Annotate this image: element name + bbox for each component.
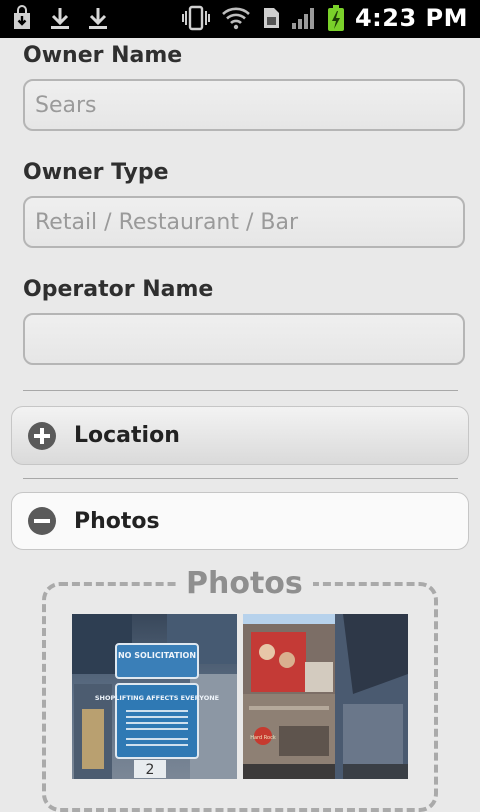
minus-circle-icon (28, 507, 56, 535)
battery-charging-icon (327, 5, 344, 31)
photos-panel-title: Photos (176, 566, 313, 601)
wifi-icon (222, 7, 250, 30)
location-section-header[interactable]: Location (11, 406, 469, 465)
sim-icon (263, 8, 279, 28)
operator-name-field[interactable] (23, 313, 465, 365)
divider (23, 478, 458, 479)
operator-name-label: Operator Name (23, 277, 214, 302)
photo-sign-text: SHOPLIFTING AFFECTS EVERYONE (95, 694, 219, 702)
photo-store-window-sign[interactable]: NO SOLICITATION SHOPLIFTING AFFECTS EVER… (72, 614, 237, 779)
photos-section-header[interactable]: Photos (11, 492, 469, 550)
clock: 4:23 PM (354, 4, 468, 32)
owner-name-field[interactable] (23, 79, 465, 131)
signal-icon (291, 8, 314, 29)
plus-circle-icon (28, 421, 56, 450)
svg-text:2: 2 (146, 762, 155, 778)
owner-name-label: Owner Name (23, 43, 183, 68)
status-bar: 4:23 PM (0, 0, 480, 38)
download-icon (86, 5, 110, 31)
divider (23, 390, 458, 391)
shopping-bag-download-icon (10, 5, 34, 31)
photo-street-billboards[interactable]: Hard Rock (243, 614, 408, 779)
photos-section-label: Photos (74, 508, 160, 534)
download-icon (48, 5, 72, 31)
owner-type-field[interactable] (23, 196, 465, 248)
owner-type-label: Owner Type (23, 160, 169, 185)
location-section-label: Location (74, 423, 180, 448)
photo-sign-text: NO SOLICITATION (118, 651, 196, 660)
photo-sign-text: Hard Rock (250, 735, 276, 741)
vibrate-icon (181, 5, 210, 31)
